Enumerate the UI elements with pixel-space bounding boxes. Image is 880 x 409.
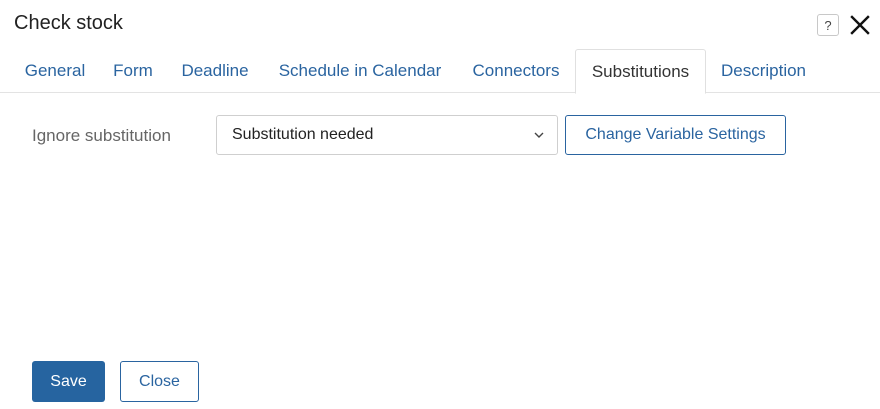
ignore-substitution-select[interactable]: Substitution needed bbox=[216, 115, 558, 155]
tab-form[interactable]: Form bbox=[104, 49, 162, 93]
chevron-down-icon bbox=[534, 132, 544, 138]
close-icon bbox=[850, 15, 870, 35]
tab-connectors[interactable]: Connectors bbox=[461, 49, 571, 93]
close-button[interactable]: Close bbox=[120, 361, 199, 402]
close-dialog-button[interactable] bbox=[847, 12, 873, 38]
save-button[interactable]: Save bbox=[32, 361, 105, 402]
dialog-title: Check stock bbox=[14, 12, 123, 34]
tab-general[interactable]: General bbox=[14, 49, 96, 93]
tab-deadline[interactable]: Deadline bbox=[171, 49, 259, 93]
tab-description[interactable]: Description bbox=[710, 49, 817, 93]
select-value: Substitution needed bbox=[232, 126, 374, 143]
ignore-substitution-label: Ignore substitution bbox=[32, 126, 171, 145]
help-button[interactable]: ? bbox=[817, 14, 839, 36]
tab-bar: General Form Deadline Schedule in Calend… bbox=[0, 49, 880, 94]
tab-substitutions[interactable]: Substitutions bbox=[575, 49, 706, 94]
help-icon: ? bbox=[824, 17, 832, 33]
change-variable-settings-button[interactable]: Change Variable Settings bbox=[565, 115, 786, 155]
tab-schedule-in-calendar[interactable]: Schedule in Calendar bbox=[268, 49, 452, 93]
